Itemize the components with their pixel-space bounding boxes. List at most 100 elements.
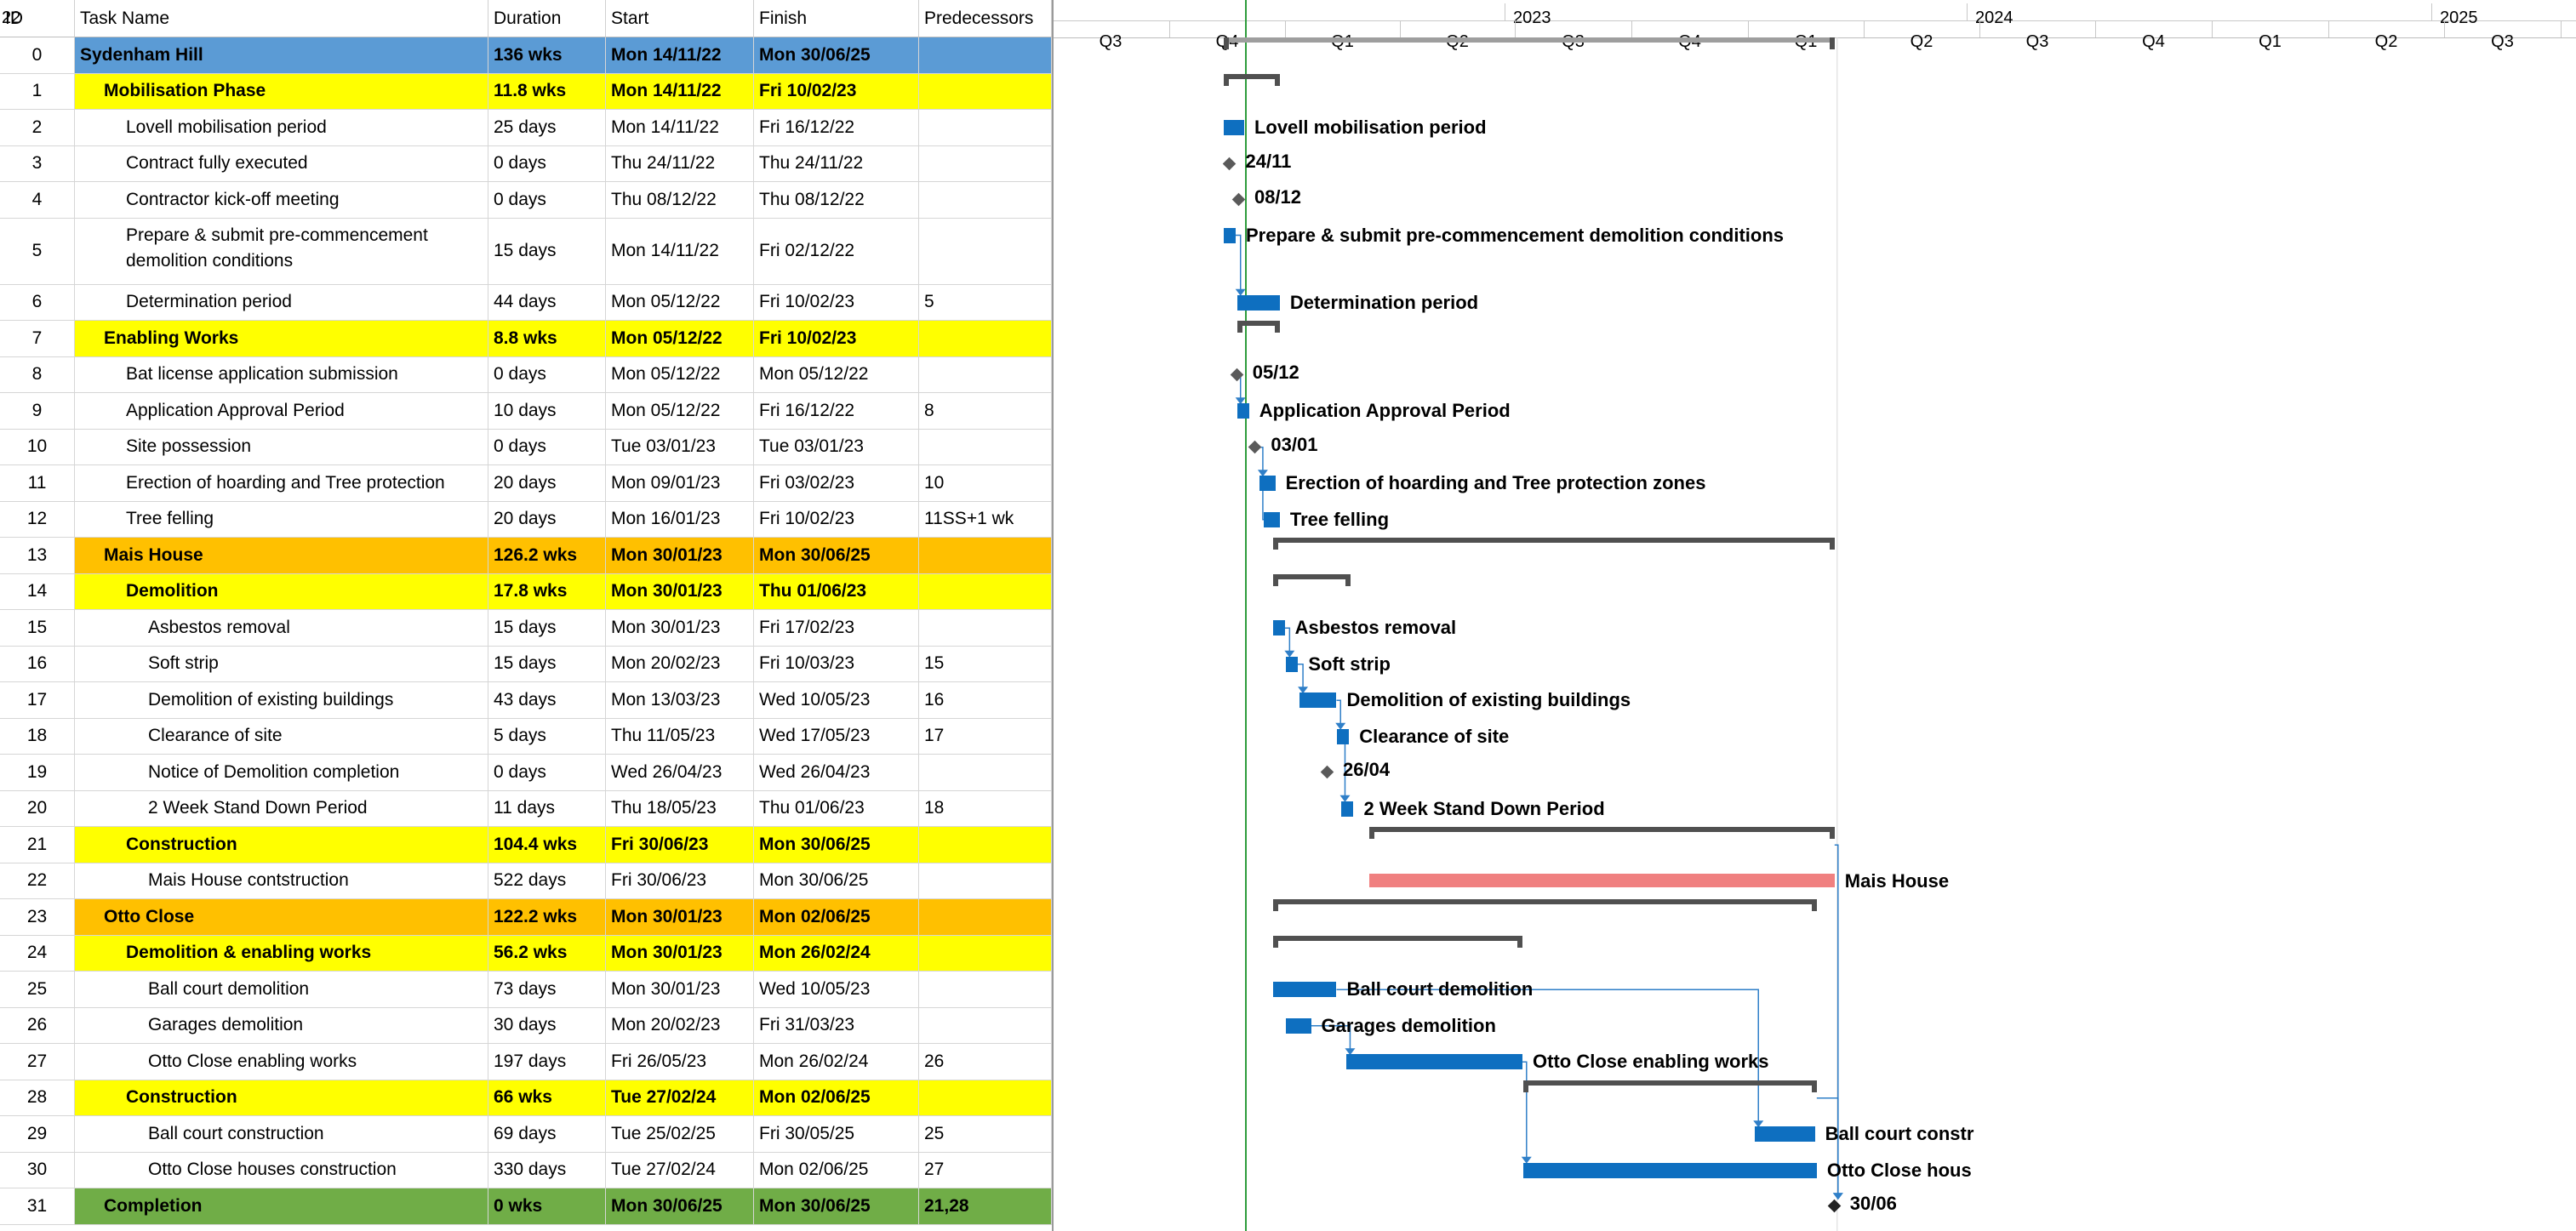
table-row[interactable]: 22 Mais House contstruction 522 days Fri 30…: [0, 863, 1052, 899]
task-start[interactable]: Mon 20/02/23: [606, 646, 754, 682]
task-finish[interactable]: Mon 26/02/24: [754, 935, 919, 972]
task-predecessors[interactable]: [919, 1007, 1052, 1044]
summary-bar[interactable]: [1272, 573, 1351, 586]
task-bar[interactable]: [1259, 476, 1276, 492]
task-name[interactable]: Determination period: [75, 284, 488, 321]
task-name[interactable]: Notice of Demolition completion: [75, 755, 488, 791]
task-name[interactable]: Demolition: [75, 573, 488, 610]
task-bar[interactable]: [1224, 227, 1236, 243]
table-row[interactable]: 1 Mobilisation Phase 11.8 wks Mon 14/11/22 F…: [0, 73, 1052, 110]
task-start[interactable]: Mon 14/11/22: [606, 73, 754, 110]
task-finish[interactable]: Fri 10/03/23: [754, 646, 919, 682]
task-id[interactable]: 15: [0, 610, 75, 647]
task-id[interactable]: 26: [0, 1007, 75, 1044]
task-finish[interactable]: Fri 31/03/23: [754, 1007, 919, 1044]
task-finish[interactable]: Mon 26/02/24: [754, 1044, 919, 1080]
table-row[interactable]: 0 Sydenham Hill 136 wks Mon 14/11/22 Mon 30/…: [0, 37, 1052, 74]
task-id[interactable]: 24: [0, 935, 75, 972]
task-name[interactable]: Sydenham Hill: [75, 37, 488, 74]
task-duration[interactable]: 17.8 wks: [488, 573, 606, 610]
task-duration[interactable]: 0 days: [488, 755, 606, 791]
task-duration[interactable]: 20 days: [488, 465, 606, 502]
table-row[interactable]: 5 Prepare & submit pre-commencement demol…: [0, 218, 1052, 285]
task-duration[interactable]: 8.8 wks: [488, 321, 606, 357]
task-finish[interactable]: Fri 03/02/23: [754, 465, 919, 502]
task-predecessors[interactable]: [919, 863, 1052, 899]
task-finish[interactable]: Mon 02/06/25: [754, 1152, 919, 1188]
table-row[interactable]: 7 Enabling Works 8.8 wks Mon 05/12/22 Fri 10…: [0, 321, 1052, 357]
task-name[interactable]: Soft strip: [75, 646, 488, 682]
task-name[interactable]: Otto Close enabling works: [75, 1044, 488, 1080]
task-finish[interactable]: Mon 30/06/25: [754, 37, 919, 74]
table-row[interactable]: 30 Otto Close houses construction 330 days…: [0, 1152, 1052, 1188]
task-id[interactable]: 18: [0, 718, 75, 755]
task-finish[interactable]: Wed 10/05/23: [754, 972, 919, 1008]
task-bar[interactable]: [1264, 511, 1280, 527]
task-id[interactable]: 30: [0, 1152, 75, 1188]
task-predecessors[interactable]: [919, 935, 1052, 972]
task-name[interactable]: Contract fully executed: [75, 145, 488, 182]
table-row[interactable]: 24 Demolition & enabling works 56.2 wks Mon…: [0, 935, 1052, 972]
task-predecessors[interactable]: [919, 972, 1052, 1008]
table-row[interactable]: 29 Ball court construction 69 days Tue 25/0…: [0, 1116, 1052, 1153]
task-predecessors[interactable]: [919, 429, 1052, 465]
task-start[interactable]: Mon 13/03/23: [606, 682, 754, 719]
task-id[interactable]: 4: [0, 182, 75, 219]
task-name[interactable]: Application Approval Period: [75, 393, 488, 430]
task-finish[interactable]: Mon 30/06/25: [754, 863, 919, 899]
task-finish[interactable]: Thu 24/11/22: [754, 145, 919, 182]
task-predecessors[interactable]: [919, 218, 1052, 285]
task-start[interactable]: Mon 09/01/23: [606, 465, 754, 502]
summary-bar[interactable]: [1272, 899, 1818, 912]
task-bar[interactable]: [1346, 1054, 1523, 1070]
task-predecessors[interactable]: [919, 73, 1052, 110]
task-finish[interactable]: Fri 16/12/22: [754, 393, 919, 430]
task-predecessors[interactable]: 10: [919, 465, 1052, 502]
task-finish[interactable]: Fri 10/02/23: [754, 501, 919, 538]
task-id[interactable]: 17: [0, 682, 75, 719]
task-finish[interactable]: Mon 05/12/22: [754, 356, 919, 393]
task-finish[interactable]: Thu 01/06/23: [754, 790, 919, 827]
task-start[interactable]: Mon 14/11/22: [606, 218, 754, 285]
task-start[interactable]: Mon 30/01/23: [606, 573, 754, 610]
task-finish[interactable]: Wed 26/04/23: [754, 755, 919, 791]
col-header-duration[interactable]: Duration: [488, 0, 606, 37]
summary-bar[interactable]: [1368, 827, 1835, 840]
task-start[interactable]: Mon 20/02/23: [606, 1007, 754, 1044]
table-row[interactable]: 16 Soft strip 15 days Mon 20/02/23 Fri 10/03…: [0, 646, 1052, 682]
task-id[interactable]: 10: [0, 429, 75, 465]
task-name[interactable]: Clearance of site: [75, 718, 488, 755]
task-id[interactable]: 21: [0, 827, 75, 863]
task-name[interactable]: Lovell mobilisation period: [75, 110, 488, 146]
task-id[interactable]: 20: [0, 790, 75, 827]
table-row[interactable]: 3 Contract fully executed 0 days Thu 24/11/…: [0, 145, 1052, 182]
table-row[interactable]: 13 Mais House 126.2 wks Mon 30/01/23 Mon 30/…: [0, 538, 1052, 574]
task-duration[interactable]: 136 wks: [488, 37, 606, 74]
table-row[interactable]: 21 Construction 104.4 wks Fri 30/06/23 Mon 3…: [0, 827, 1052, 863]
task-id[interactable]: 3: [0, 145, 75, 182]
task-name[interactable]: Prepare & submit pre-commencement demoli…: [75, 218, 488, 285]
task-predecessors[interactable]: [919, 538, 1052, 574]
task-bar[interactable]: [1522, 1162, 1817, 1178]
summary-bar[interactable]: [1224, 73, 1280, 86]
summary-bar[interactable]: [1237, 321, 1280, 333]
task-id[interactable]: 7: [0, 321, 75, 357]
task-bar[interactable]: [1286, 656, 1299, 672]
task-start[interactable]: Tue 03/01/23: [606, 429, 754, 465]
task-name[interactable]: Contractor kick-off meeting: [75, 182, 488, 219]
task-start[interactable]: Mon 30/01/23: [606, 972, 754, 1008]
task-name[interactable]: Demolition & enabling works: [75, 935, 488, 972]
task-start[interactable]: Thu 11/05/23: [606, 718, 754, 755]
task-bar[interactable]: [1337, 728, 1350, 744]
task-start[interactable]: Mon 05/12/22: [606, 356, 754, 393]
col-header-task-name[interactable]: Task Name: [75, 0, 488, 37]
table-row[interactable]: 11 Erection of hoarding and Tree protecti…: [0, 465, 1052, 502]
task-start[interactable]: Tue 25/02/25: [606, 1116, 754, 1153]
task-start[interactable]: Mon 16/01/23: [606, 501, 754, 538]
task-predecessors[interactable]: [919, 37, 1052, 74]
task-name[interactable]: Garages demolition: [75, 1007, 488, 1044]
task-predecessors[interactable]: 27: [919, 1152, 1052, 1188]
task-id[interactable]: 9: [0, 393, 75, 430]
task-duration[interactable]: 66 wks: [488, 1080, 606, 1116]
task-finish[interactable]: Fri 10/02/23: [754, 321, 919, 357]
